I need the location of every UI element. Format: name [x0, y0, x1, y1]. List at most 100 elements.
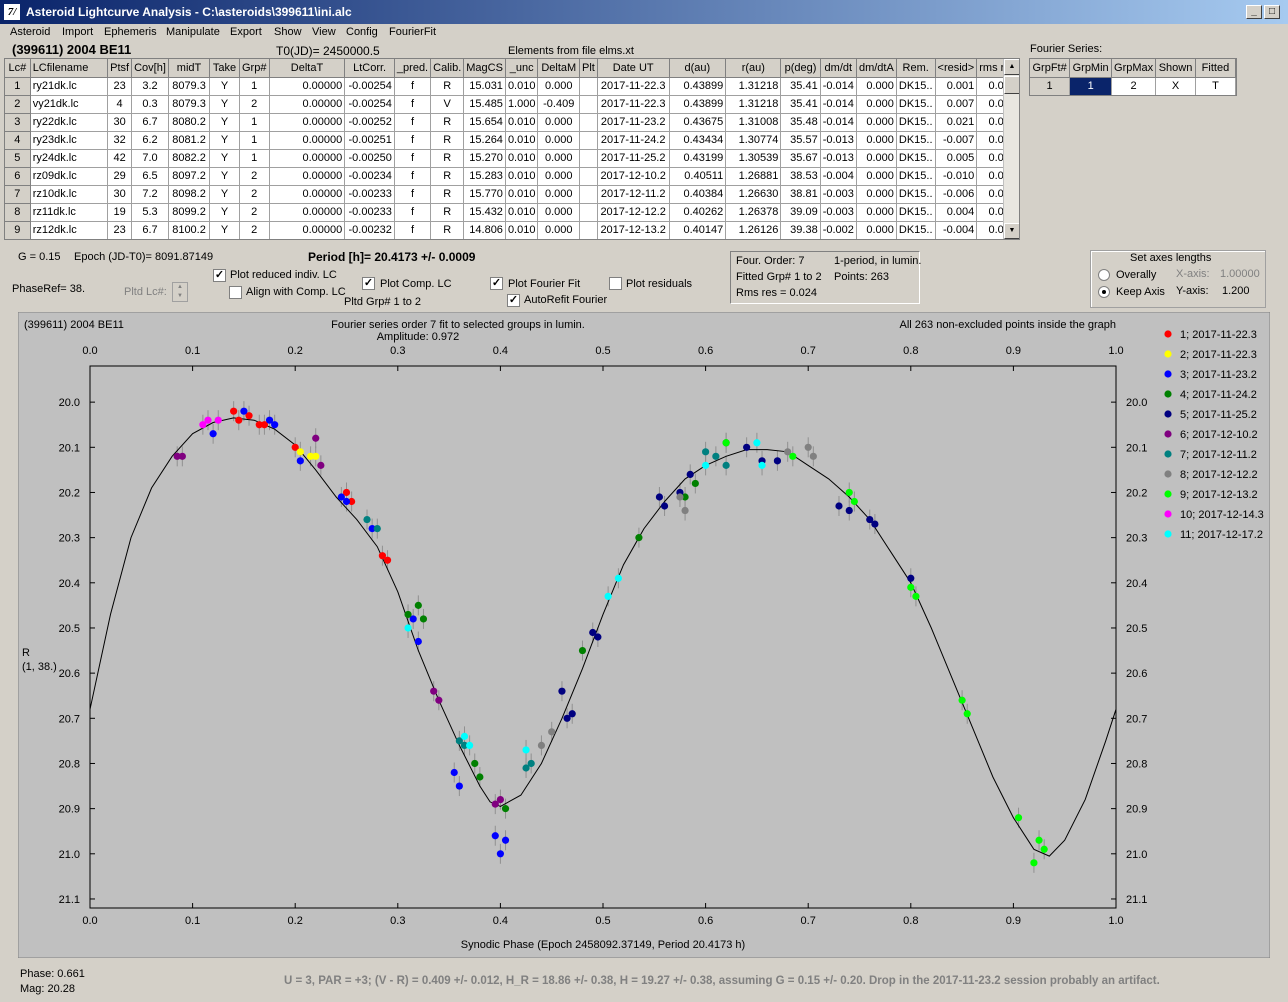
menu-config[interactable]: Config — [346, 26, 378, 38]
table-cell[interactable]: 0.43199 — [669, 149, 727, 168]
table-cell[interactable]: 39.09 — [780, 203, 821, 222]
table-row[interactable]: 9 rz12dk.lc 23 6.7 8100.2 Y 2 0.00000 -0.00232 f R… — [5, 221, 1019, 239]
table-cell[interactable]: 1 — [239, 77, 270, 96]
table-cell[interactable]: 0.00000 — [269, 149, 346, 168]
table-cell[interactable]: Y — [209, 167, 240, 186]
table-row[interactable]: 2 vy21dk.lc 4 0.3 8079.3 Y 2 0.00000 -0.00254 f V 1… — [5, 95, 1019, 114]
table-cell[interactable]: 15.654 — [463, 113, 506, 132]
table-row[interactable]: 3 ry22dk.lc 30 6.7 8080.2 Y 1 0.00000 -0.00252 f R… — [5, 113, 1019, 132]
table-cell[interactable]: 15.283 — [463, 167, 506, 186]
table-cell[interactable] — [579, 185, 598, 204]
table-cell[interactable]: 1 — [239, 149, 270, 168]
table-row[interactable]: 7 rz10dk.lc 30 7.2 8098.2 Y 2 0.00000 -0.00233 f R… — [5, 185, 1019, 204]
table-cell[interactable]: 0.000 — [537, 113, 580, 132]
row-header[interactable]: 5 — [5, 149, 31, 168]
table-cell[interactable]: 35.67 — [780, 149, 821, 168]
table-cell[interactable]: 1.26881 — [725, 167, 782, 186]
table-cell[interactable]: -0.00232 — [344, 221, 395, 239]
table-cell[interactable]: 2017-11-25.2 — [597, 149, 670, 168]
table-cell[interactable]: 1.000 — [505, 95, 539, 114]
autorefit-checkbox[interactable]: ✓ — [507, 294, 520, 307]
table-cell[interactable]: f — [394, 203, 432, 222]
table-cell[interactable]: -0.00233 — [344, 203, 395, 222]
table-cell[interactable]: 15.770 — [463, 185, 506, 204]
table-cell[interactable]: rz11dk.lc — [30, 203, 109, 222]
table-cell[interactable]: 0.00000 — [269, 167, 346, 186]
table-cell[interactable] — [579, 167, 598, 186]
lightcurve-plot[interactable]: (399611) 2004 BE11 Fourier series order … — [18, 312, 1270, 958]
table-cell[interactable]: 2017-11-22.3 — [597, 95, 670, 114]
table-cell[interactable]: 0.000 — [537, 167, 580, 186]
table-cell[interactable]: ry24dk.lc — [30, 149, 109, 168]
table-cell[interactable]: 35.57 — [780, 131, 821, 150]
table-cell[interactable]: 2 — [239, 185, 270, 204]
table-cell[interactable]: 0.40384 — [669, 185, 727, 204]
fs-fitted-cell[interactable]: T — [1195, 77, 1236, 95]
table-cell[interactable]: -0.014 — [820, 95, 857, 114]
table-cell[interactable]: 0.00000 — [269, 77, 346, 96]
keep-axis-radio[interactable] — [1098, 286, 1110, 298]
table-cell[interactable]: 3.2 — [131, 77, 169, 96]
menu-export[interactable]: Export — [230, 26, 262, 38]
table-cell[interactable]: 8079.3 — [168, 77, 211, 96]
table-cell[interactable]: 2017-11-23.2 — [597, 113, 670, 132]
table-cell[interactable]: Y — [209, 131, 240, 150]
table-cell[interactable] — [579, 113, 598, 132]
table-cell[interactable]: R — [430, 167, 465, 186]
table-cell[interactable]: -0.013 — [820, 131, 857, 150]
table-cell[interactable]: 35.48 — [780, 113, 821, 132]
table-cell[interactable]: 30 — [107, 113, 133, 132]
table-cell[interactable]: 6.2 — [131, 131, 169, 150]
table-cell[interactable]: ry22dk.lc — [30, 113, 109, 132]
fs-shown-cell[interactable]: X — [1155, 77, 1196, 95]
table-cell[interactable]: 6.7 — [131, 113, 169, 132]
row-header[interactable]: 6 — [5, 167, 31, 186]
table-cell[interactable]: 7.2 — [131, 185, 169, 204]
table-cell[interactable]: Y — [209, 221, 240, 239]
table-cell[interactable]: Y — [209, 203, 240, 222]
table-cell[interactable]: 23 — [107, 77, 133, 96]
table-cell[interactable]: R — [430, 149, 465, 168]
table-cell[interactable]: rz10dk.lc — [30, 185, 109, 204]
table-cell[interactable]: -0.004 — [935, 221, 978, 239]
table-cell[interactable] — [579, 77, 598, 96]
table-cell[interactable]: 15.264 — [463, 131, 506, 150]
table-cell[interactable]: 0.00000 — [269, 95, 346, 114]
table-cell[interactable] — [579, 149, 598, 168]
table-cell[interactable]: f — [394, 167, 432, 186]
table-cell[interactable]: 1.31218 — [725, 77, 782, 96]
table-cell[interactable]: 0.43899 — [669, 95, 727, 114]
scroll-thumb[interactable] — [1004, 76, 1019, 94]
table-row[interactable]: 4 ry23dk.lc 32 6.2 8081.2 Y 1 0.00000 -0.00251 f R… — [5, 131, 1019, 150]
table-cell[interactable]: 4 — [107, 95, 133, 114]
row-header[interactable]: 9 — [5, 221, 31, 239]
table-cell[interactable]: 15.432 — [463, 203, 506, 222]
align-comp-checkbox[interactable] — [229, 286, 242, 299]
table-cell[interactable]: -0.010 — [935, 167, 978, 186]
table-cell[interactable]: DK15.. — [896, 77, 936, 96]
table-cell[interactable] — [579, 203, 598, 222]
table-cell[interactable]: DK15.. — [896, 149, 936, 168]
table-cell[interactable]: R — [430, 77, 465, 96]
table-cell[interactable]: DK15.. — [896, 95, 936, 114]
table-cell[interactable]: 0.000 — [856, 167, 897, 186]
table-cell[interactable]: 0.010 — [505, 185, 539, 204]
table-cell[interactable] — [579, 221, 598, 239]
table-cell[interactable]: DK15.. — [896, 185, 936, 204]
table-cell[interactable]: 2017-12-11.2 — [597, 185, 670, 204]
table-cell[interactable]: DK15.. — [896, 203, 936, 222]
table-cell[interactable]: 32 — [107, 131, 133, 150]
minimize-icon[interactable]: _ — [1246, 5, 1262, 19]
table-cell[interactable]: 15.485 — [463, 95, 506, 114]
menu-view[interactable]: View — [312, 26, 336, 38]
table-cell[interactable]: -0.014 — [820, 113, 857, 132]
menu-ephemeris[interactable]: Ephemeris — [104, 26, 157, 38]
menu-manipulate[interactable]: Manipulate — [166, 26, 220, 38]
table-cell[interactable]: 0.000 — [537, 131, 580, 150]
table-cell[interactable]: 2017-12-13.2 — [597, 221, 670, 239]
table-scrollbar[interactable]: ▲ ▼ — [1003, 59, 1019, 239]
table-cell[interactable]: 19 — [107, 203, 133, 222]
table-cell[interactable]: R — [430, 203, 465, 222]
x-axis-input[interactable]: 1.00000 — [1220, 268, 1260, 280]
table-cell[interactable]: f — [394, 95, 432, 114]
